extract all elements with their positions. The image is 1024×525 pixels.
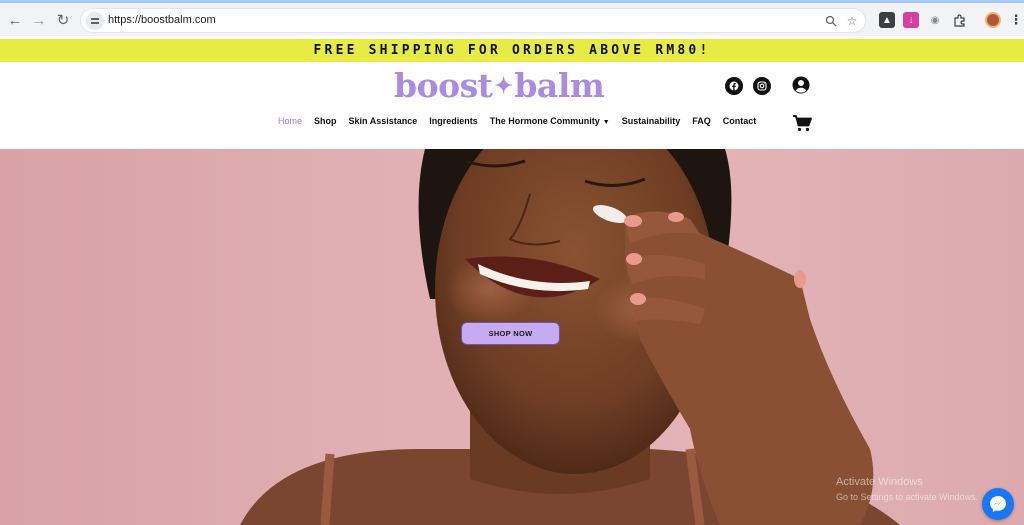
watermark-line-1: Activate Windows (836, 476, 923, 488)
cart-icon[interactable] (793, 115, 812, 132)
instagram-icon[interactable] (753, 77, 771, 95)
facebook-icon[interactable] (725, 77, 743, 95)
nav-hormone-community[interactable]: The Hormone Community ▼ (490, 116, 610, 126)
announcement-text: FREE SHIPPING FOR ORDERS ABOVE RM80! (313, 43, 711, 58)
reload-icon[interactable]: ↻ (52, 9, 74, 31)
nav-shop[interactable]: Shop (314, 116, 337, 126)
zoom-icon[interactable] (822, 12, 840, 30)
site-header: boost✦balm Home Shop Skin Assistance Ing… (0, 62, 1024, 149)
shop-now-button[interactable]: SHOP NOW (461, 322, 560, 345)
puzzle-icon[interactable] (951, 12, 967, 28)
announcement-bar: FREE SHIPPING FOR ORDERS ABOVE RM80! (0, 39, 1024, 62)
back-arrow-icon[interactable]: ← (4, 9, 26, 31)
nav-faq[interactable]: FAQ (692, 116, 711, 126)
browser-toolbar: ← → ↻ https://boostbalm.com ☆ ▲ ↓ ◉ ⋮ (0, 0, 1024, 36)
forward-arrow-icon[interactable]: → (28, 9, 50, 31)
logo-word-balm: balm (514, 66, 605, 105)
nav-skin-assistance[interactable]: Skin Assistance (349, 116, 418, 126)
caret-down-icon: ▼ (602, 119, 610, 126)
nav-contact[interactable]: Contact (723, 116, 757, 126)
address-bar[interactable]: https://boostbalm.com ☆ (80, 8, 866, 33)
site-settings-icon[interactable] (86, 12, 104, 30)
windows-activation-watermark: Activate Windows Go to Settings to activ… (836, 475, 978, 505)
nav-ingredients[interactable]: Ingredients (429, 116, 478, 126)
extension-icon[interactable]: ▲ (879, 12, 895, 28)
nav-sustainability[interactable]: Sustainability (622, 116, 681, 126)
main-navigation: Home Shop Skin Assistance Ingredients Th… (278, 116, 768, 126)
watermark-line-2: Go to Settings to activate Windows. (836, 492, 979, 502)
profile-avatar[interactable] (985, 12, 1001, 28)
bookmark-star-icon[interactable]: ☆ (843, 12, 861, 30)
download-extension-icon[interactable]: ↓ (903, 12, 919, 28)
logo-word-boost: boost (394, 66, 493, 105)
account-icon[interactable] (792, 76, 810, 94)
messenger-chat-button[interactable] (982, 488, 1014, 520)
logo-star-icon: ✦ (494, 73, 513, 99)
nav-home[interactable]: Home (278, 116, 302, 126)
url-text[interactable]: https://boostbalm.com (108, 14, 216, 26)
hero-banner: SHOP NOW (0, 149, 1024, 525)
nav-hormone-community-label: The Hormone Community (489, 116, 600, 126)
messenger-icon (990, 496, 1006, 512)
kebab-menu-icon[interactable]: ⋮ (1008, 12, 1024, 28)
site-logo[interactable]: boost✦balm (394, 66, 605, 105)
camera-extension-icon[interactable]: ◉ (927, 12, 943, 28)
